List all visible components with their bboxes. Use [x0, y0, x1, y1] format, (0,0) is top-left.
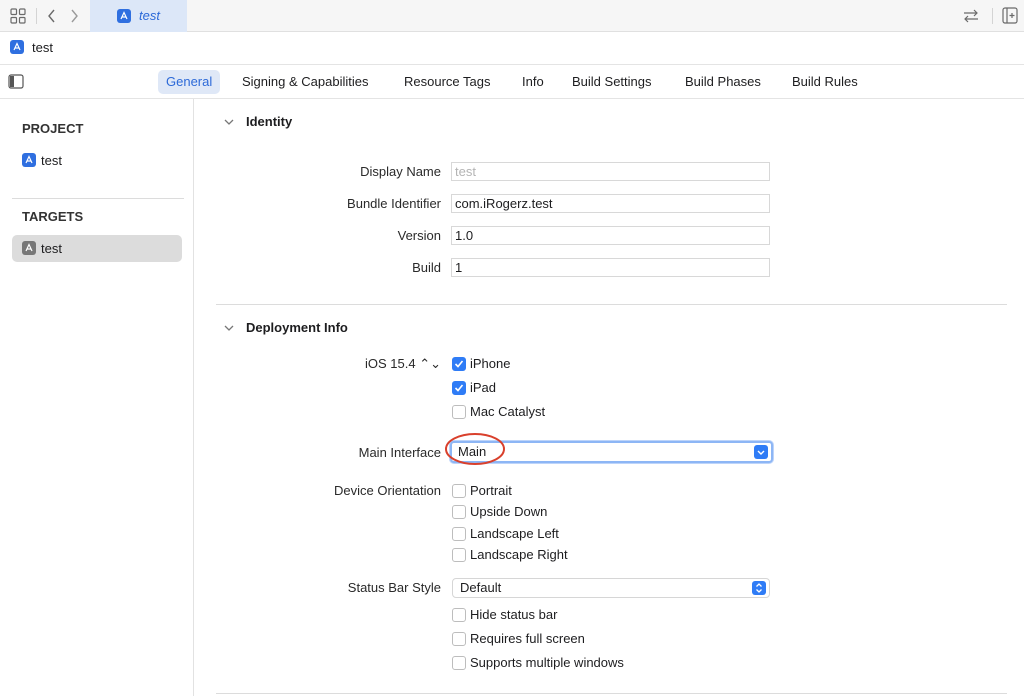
add-editor-icon[interactable] [1002, 7, 1018, 24]
landscape-right-label: Landscape Right [470, 547, 568, 562]
landscape-left-checkbox[interactable] [452, 527, 466, 541]
annotation-circle [445, 433, 505, 465]
up-down-chevron-icon[interactable] [752, 581, 766, 595]
section-divider [216, 304, 1007, 305]
sidebar-item-target[interactable]: test [12, 235, 182, 262]
upside-down-label: Upside Down [470, 504, 548, 519]
section-divider [216, 693, 1007, 694]
swap-arrows-icon[interactable] [962, 8, 980, 24]
status-bar-style-popup[interactable]: Default [452, 578, 770, 598]
landscape-left-label: Landscape Left [470, 526, 559, 541]
app-icon [117, 9, 131, 23]
bundle-identifier-field[interactable]: com.iRogerz.test [451, 194, 770, 213]
version-field[interactable]: 1.0 [451, 226, 770, 245]
app-icon [10, 40, 24, 54]
general-settings-panel: Identity Display Name test Bundle Identi… [194, 99, 1024, 696]
status-bar-style-value: Default [460, 580, 502, 595]
app-target-icon [22, 241, 36, 255]
ipad-checkbox[interactable] [452, 381, 466, 395]
main-interface-label: Main Interface [358, 445, 441, 460]
supports-multiple-windows-checkbox[interactable] [452, 656, 466, 670]
ipad-label: iPad [470, 380, 497, 395]
tab-general[interactable]: General [158, 70, 221, 94]
version-label: Version [397, 228, 441, 243]
sidebar-item-label: test [41, 153, 62, 168]
identity-section-title: Identity [246, 114, 293, 129]
sidebar-toggle-icon[interactable] [8, 74, 24, 89]
portrait-label: Portrait [470, 483, 512, 498]
tab-build-settings[interactable]: Build Settings [564, 70, 660, 94]
mac-catalyst-label: Mac Catalyst [470, 404, 546, 419]
portrait-checkbox[interactable] [452, 484, 466, 498]
sidebar-item-project[interactable]: test [20, 151, 180, 171]
build-label: Build [412, 260, 441, 275]
project-navigator: PROJECT test TARGETS test [0, 99, 194, 696]
status-bar-style-label: Status Bar Style [347, 580, 441, 595]
hide-status-bar-label: Hide status bar [470, 607, 558, 622]
project-section-header: PROJECT [22, 121, 84, 136]
sidebar-item-label: test [41, 241, 62, 256]
landscape-right-checkbox[interactable] [452, 548, 466, 562]
forward-icon[interactable] [68, 8, 80, 24]
display-name-field[interactable]: test [451, 162, 770, 181]
app-icon [22, 153, 36, 167]
build-field[interactable]: 1 [451, 258, 770, 277]
deployment-section-title: Deployment Info [246, 320, 348, 335]
iphone-label: iPhone [470, 356, 511, 371]
editor-tab-bar: test [0, 0, 1024, 32]
chevron-down-icon[interactable] [223, 322, 235, 334]
ios-version-popup[interactable]: iOS 15.4 ⌃⌄ [294, 356, 441, 372]
breadcrumb: test [0, 32, 1024, 65]
chevron-down-icon[interactable] [754, 445, 768, 459]
breadcrumb-project[interactable]: test [32, 40, 53, 55]
toolbar-divider [36, 8, 37, 24]
requires-full-screen-label: Requires full screen [470, 631, 585, 646]
upside-down-checkbox[interactable] [452, 505, 466, 519]
iphone-checkbox[interactable] [452, 357, 466, 371]
tab-resource-tags[interactable]: Resource Tags [396, 70, 498, 94]
hide-status-bar-checkbox[interactable] [452, 608, 466, 622]
chevron-down-icon[interactable] [223, 116, 235, 128]
settings-tab-bar: General Signing & Capabilities Resource … [0, 65, 1024, 99]
tab-signing-capabilities[interactable]: Signing & Capabilities [234, 70, 376, 94]
targets-section-header: TARGETS [22, 209, 84, 224]
device-orientation-label: Device Orientation [334, 483, 441, 498]
display-name-label: Display Name [360, 164, 441, 179]
bundle-identifier-label: Bundle Identifier [347, 196, 441, 211]
requires-full-screen-checkbox[interactable] [452, 632, 466, 646]
toolbar-divider [992, 8, 993, 24]
sidebar-divider [12, 198, 184, 199]
tab-info[interactable]: Info [514, 70, 552, 94]
supports-multiple-windows-label: Supports multiple windows [470, 655, 624, 670]
tab-build-rules[interactable]: Build Rules [784, 70, 866, 94]
tab-build-phases[interactable]: Build Phases [677, 70, 769, 94]
editor-tab-test[interactable]: test [90, 0, 187, 32]
back-icon[interactable] [46, 8, 58, 24]
editor-tab-label: test [139, 8, 160, 23]
mac-catalyst-checkbox[interactable] [452, 405, 466, 419]
grid-icon[interactable] [10, 8, 26, 24]
